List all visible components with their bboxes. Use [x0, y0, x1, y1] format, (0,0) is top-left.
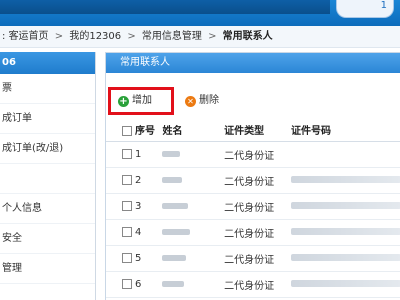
row-checkbox[interactable]: [122, 148, 132, 159]
row-name-cell: [162, 271, 225, 298]
redacted-id-number: [291, 228, 400, 235]
header-user-tab[interactable]: 1: [336, 0, 394, 18]
row-seq: 2: [135, 174, 142, 186]
redacted-name: [162, 176, 183, 183]
redacted-id-number: [291, 280, 400, 287]
contacts-toolbar: + 增加 ✕ 删除: [106, 77, 400, 115]
row-id-number-cell: [291, 193, 400, 220]
breadcrumb-current: 常用联系人: [222, 31, 273, 42]
sidebar-item-completed-orders[interactable]: 成订单: [0, 104, 95, 134]
row-id-number-cell: [291, 245, 400, 272]
header-seq-label: 序号: [135, 126, 155, 138]
sidebar-header: 06: [0, 52, 95, 74]
row-checkbox[interactable]: [122, 278, 132, 289]
row-id-type: 二代身份证: [224, 219, 291, 246]
sidebar-item-security[interactable]: 安全: [0, 224, 95, 254]
table-row[interactable]: 5 二代身份证: [106, 245, 400, 272]
row-checkbox[interactable]: [122, 226, 132, 237]
table-row[interactable]: 4 二代身份证: [106, 219, 400, 246]
add-contact-button[interactable]: + 增加: [118, 91, 152, 111]
row-seq-cell: 4: [106, 219, 163, 246]
row-id-number-cell: [291, 167, 400, 194]
delete-contact-button[interactable]: ✕ 删除: [185, 91, 219, 111]
table-header-row: 序号 姓名 证件类型 证件号码: [106, 119, 400, 142]
row-seq: 6: [135, 278, 142, 290]
row-name-cell: [162, 219, 225, 246]
row-id-type: 二代身份证: [224, 271, 291, 298]
row-name-cell: [162, 193, 225, 220]
table-row[interactable]: 3 二代身份证: [106, 193, 400, 220]
row-seq: 4: [135, 226, 142, 238]
redacted-id-number: [291, 202, 400, 209]
table-row[interactable]: 6 二代身份证: [106, 271, 400, 298]
redacted-name: [162, 254, 187, 261]
contacts-panel: 常用联系人 + 增加 ✕ 删除 序号 姓名 证件类型 证件号码 1 二代身份证 …: [105, 52, 400, 300]
redacted-name: [162, 202, 189, 209]
plus-circle-icon: +: [118, 95, 129, 107]
header-user-tab-text: 1: [380, 0, 387, 11]
redacted-name: [162, 228, 191, 235]
sidebar-item-completed-orders-change-refund[interactable]: 成订单(改/退): [0, 134, 95, 164]
sidebar-item-personal-info[interactable]: 个人信息: [0, 194, 95, 224]
row-id-type: 二代身份证: [224, 193, 291, 220]
breadcrumb: : 客运首页 > 我的12306 > 常用信息管理 > 常用联系人: [0, 26, 400, 48]
sidebar-item-blank: [0, 164, 95, 194]
sidebar-item-management[interactable]: 管理: [0, 254, 95, 284]
row-id-type: 二代身份证: [224, 245, 291, 272]
x-circle-icon: ✕: [185, 95, 196, 107]
header-id-number: 证件号码: [291, 119, 400, 142]
redacted-id-number: [291, 176, 400, 183]
add-contact-label: 增加: [132, 95, 152, 106]
row-id-type: 二代身份证: [224, 141, 291, 168]
row-seq-cell: 1: [106, 141, 163, 168]
row-seq: 1: [135, 148, 142, 160]
breadcrumb-separator: >: [127, 31, 136, 42]
breadcrumb-item-info-management[interactable]: 常用信息管理: [142, 31, 202, 42]
row-seq-cell: 5: [106, 245, 163, 272]
row-id-number-cell: [291, 271, 400, 298]
redacted-name: [162, 280, 185, 287]
row-checkbox[interactable]: [122, 200, 132, 211]
header-id-type: 证件类型: [224, 119, 291, 142]
breadcrumb-separator: >: [54, 31, 64, 42]
row-checkbox[interactable]: [122, 252, 132, 263]
breadcrumb-prefix: :: [2, 31, 6, 42]
row-id-number-cell: [291, 219, 400, 246]
breadcrumb-item-home[interactable]: 客运首页: [9, 31, 49, 42]
row-name-cell: [162, 167, 225, 194]
row-seq-cell: 3: [106, 193, 163, 220]
row-id-type: 二代身份证: [224, 167, 291, 194]
row-seq: 3: [135, 200, 142, 212]
select-all-checkbox[interactable]: [122, 126, 132, 137]
row-checkbox[interactable]: [122, 174, 132, 185]
header-banner-strip: [0, 0, 330, 14]
table-row[interactable]: 2 二代身份证: [106, 167, 400, 194]
breadcrumb-item-my12306[interactable]: 我的12306: [69, 31, 121, 42]
panel-title: 常用联系人: [106, 53, 400, 73]
breadcrumb-separator: >: [208, 31, 217, 42]
row-name-cell: [162, 141, 225, 168]
sidebar-item-tickets[interactable]: 票: [0, 74, 95, 104]
contacts-table: 序号 姓名 证件类型 证件号码 1 二代身份证 2 二代身份证 3 二代身份证 …: [106, 119, 400, 298]
table-row[interactable]: 1 二代身份证: [106, 141, 400, 168]
row-seq: 5: [135, 252, 142, 264]
top-header-bar: 1: [0, 0, 400, 26]
header-seq: 序号: [106, 119, 163, 142]
delete-contact-label: 删除: [199, 95, 219, 106]
header-name: 姓名: [162, 119, 225, 142]
row-seq-cell: 2: [106, 167, 163, 194]
row-id-number-cell: [291, 141, 400, 168]
redacted-id-number: [291, 254, 400, 261]
redacted-name: [162, 150, 181, 157]
row-seq-cell: 6: [106, 271, 163, 298]
sidebar: 06 票 成订单 成订单(改/退) 个人信息 安全 管理: [0, 52, 96, 300]
row-name-cell: [162, 245, 225, 272]
